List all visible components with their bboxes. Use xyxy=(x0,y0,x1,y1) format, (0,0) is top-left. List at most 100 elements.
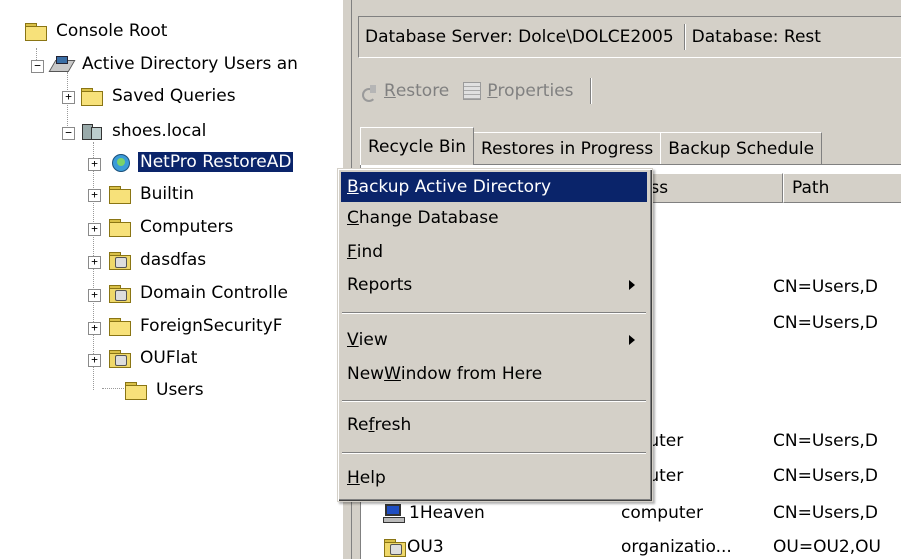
tree-node-label: Builtin xyxy=(140,184,195,204)
tree-node-saved-queries[interactable]: Saved Queries xyxy=(80,83,238,109)
ou-icon xyxy=(108,251,132,270)
tree-node-label: Computers xyxy=(140,217,234,237)
menu-item-change-database[interactable]: Change Database xyxy=(341,203,647,233)
menu-separator xyxy=(342,312,646,314)
expand-icon[interactable]: + xyxy=(88,158,101,171)
tree-node-computers[interactable]: Computers xyxy=(108,214,235,240)
menu-item-new-window-from-here[interactable]: New Window from Here xyxy=(341,359,647,389)
expand-icon[interactable]: + xyxy=(62,91,75,104)
folder-icon xyxy=(80,87,104,106)
tree-node-label: Console Root xyxy=(56,21,168,41)
ou-icon xyxy=(383,538,407,557)
submenu-arrow-icon xyxy=(629,335,635,345)
folder-icon xyxy=(24,22,48,41)
menu-item-help[interactable]: Help xyxy=(341,463,647,493)
ou-icon xyxy=(108,349,132,368)
menu-separator xyxy=(342,452,646,454)
tab-recycle-bin[interactable]: Recycle Bin xyxy=(360,127,475,165)
menu-accel: F xyxy=(347,242,357,262)
tree-node-builtin[interactable]: Builtin xyxy=(108,181,196,207)
menu-item-refresh[interactable]: Re f resh xyxy=(341,410,647,440)
restore-button[interactable]: Restore xyxy=(360,81,450,102)
tree-node-label: NetPro RestoreAD xyxy=(138,152,294,172)
database-info-bar: Database Server: Dolce\DOLCE2005 Databas… xyxy=(358,16,901,58)
restore-accel: R xyxy=(384,81,396,101)
submenu-arrow-icon xyxy=(629,280,635,290)
row-path: CN=Users,D xyxy=(773,313,878,333)
console-tree: Console Root − Active Directory Users an… xyxy=(0,0,342,559)
menu-item-label: ackup Active Directory xyxy=(358,177,552,197)
menu-item-label: indow from Here xyxy=(400,364,543,384)
row-path: CN=Users,D xyxy=(773,503,878,523)
row-name: 1Heaven xyxy=(383,503,485,523)
folder-icon xyxy=(124,381,148,400)
row-path: OU=OU2,OU xyxy=(773,537,881,557)
tab-backup-schedule[interactable]: Backup Schedule xyxy=(660,132,823,165)
database-server-label: Database Server: Dolce\DOLCE2005 xyxy=(365,27,674,47)
tree-node-label: Active Directory Users an xyxy=(82,54,298,74)
tree-node-shoes-local[interactable]: shoes.local xyxy=(80,118,208,144)
row-name-text: OU3 xyxy=(407,537,444,557)
collapse-icon[interactable]: − xyxy=(62,127,75,140)
tree-node-netpro-restoread[interactable]: NetPro RestoreAD xyxy=(108,149,294,175)
menu-item-reports[interactable]: Reports xyxy=(341,270,647,300)
expand-icon[interactable]: + xyxy=(88,223,101,236)
folder-icon xyxy=(108,218,132,237)
tree-node-users[interactable]: Users xyxy=(124,377,206,403)
tree-node-ad-users[interactable]: Active Directory Users an xyxy=(50,51,300,77)
folder-icon xyxy=(108,185,132,204)
menu-item-label: iew xyxy=(358,330,388,350)
tree-node-label: OUFlat xyxy=(140,348,198,368)
menu-accel: W xyxy=(384,364,401,384)
tree-node-label: Saved Queries xyxy=(112,86,236,106)
menu-item-label: New xyxy=(347,364,385,384)
menu-item-view[interactable]: View xyxy=(341,325,647,355)
tree-line xyxy=(102,388,124,389)
column-header-class[interactable]: ass xyxy=(631,173,783,203)
column-header-path[interactable]: Path xyxy=(783,173,901,203)
tab-restores-in-progress[interactable]: Restores in Progress xyxy=(473,132,662,165)
tree-node-label: shoes.local xyxy=(112,121,207,141)
menu-accel: B xyxy=(347,177,359,197)
row-path: CN=Users,D xyxy=(773,431,878,451)
properties-button[interactable]: Properties xyxy=(463,81,574,101)
expand-icon[interactable]: + xyxy=(88,289,101,302)
properties-icon xyxy=(463,82,482,100)
row-class: computer xyxy=(621,503,703,523)
row-name-text: 1Heaven xyxy=(409,503,485,523)
row-name: OU3 xyxy=(383,537,444,557)
expand-icon[interactable]: + xyxy=(88,256,101,269)
database-label: Database: Rest xyxy=(691,27,821,47)
menu-item-label: hange Database xyxy=(358,208,499,228)
menu-item-label: Reports xyxy=(347,275,413,295)
netpro-restoread-icon xyxy=(108,152,132,172)
properties-accel: P xyxy=(487,81,498,101)
menu-item-label: Re xyxy=(347,415,369,435)
computer-icon xyxy=(383,503,405,523)
menu-accel: C xyxy=(347,208,359,228)
tree-node-label: Domain Controlle xyxy=(140,283,289,303)
ad-users-icon xyxy=(50,54,74,74)
tree-node-domain-controllers[interactable]: Domain Controlle xyxy=(108,280,290,306)
tree-node-ouflat[interactable]: OUFlat xyxy=(108,345,199,371)
tree-node-label: Users xyxy=(156,380,204,400)
tab-strip: Recycle Bin Restores in Progress Backup … xyxy=(360,127,823,165)
toolbar: Restore Properties xyxy=(360,76,592,106)
menu-separator xyxy=(342,400,646,402)
menu-item-find[interactable]: Find xyxy=(341,237,647,267)
expand-icon[interactable]: + xyxy=(88,189,101,202)
menu-item-backup-active-directory[interactable]: Backup Active Directory xyxy=(341,172,647,202)
restore-label: estore xyxy=(395,81,450,101)
tree-node-foreign-security[interactable]: ForeignSecurityF xyxy=(108,313,285,339)
menu-item-label: elp xyxy=(359,468,386,488)
expand-icon[interactable]: + xyxy=(88,354,101,367)
menu-accel: H xyxy=(347,468,360,488)
tree-node-dasdfas[interactable]: dasdfas xyxy=(108,247,208,273)
properties-label: roperties xyxy=(497,81,574,101)
tree-node-console-root[interactable]: Console Root xyxy=(24,18,169,44)
collapse-icon[interactable]: − xyxy=(31,60,44,73)
context-menu: Backup Active Directory Change Database … xyxy=(337,168,653,502)
domain-icon xyxy=(80,121,104,141)
restore-icon xyxy=(360,82,380,102)
expand-icon[interactable]: + xyxy=(88,322,101,335)
